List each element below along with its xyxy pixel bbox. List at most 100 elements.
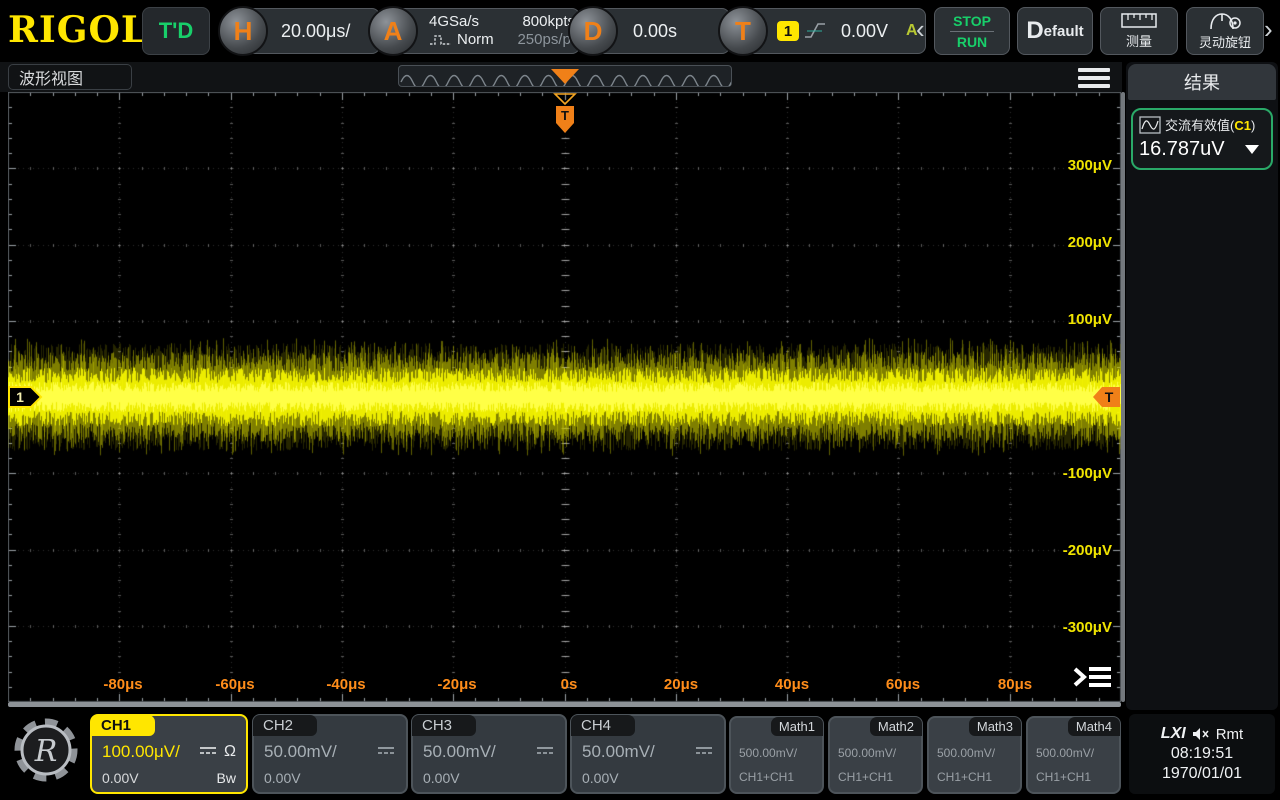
- ch1-scale: 100.00μV/: [102, 742, 180, 762]
- trigger-position-marker[interactable]: T: [552, 92, 578, 138]
- waveform-view-title: 波形视图: [8, 64, 132, 90]
- trigger-level-marker[interactable]: T: [1092, 385, 1122, 409]
- divider: [950, 31, 994, 32]
- acquisition-knob[interactable]: A: [368, 6, 418, 56]
- measurement-value: 16.787uV: [1139, 138, 1225, 161]
- sample-rate: 4GSa/s: [429, 13, 479, 31]
- waveform-grid[interactable]: 300μV 200μV 100μV -100μV -200μV -300μV -…: [8, 92, 1121, 702]
- delay-value: 0.00s: [633, 21, 677, 42]
- ch2-offset: 0.00V: [264, 770, 301, 786]
- toolbar-scroll-left-icon[interactable]: ‹: [916, 16, 925, 42]
- measurement-card[interactable]: 交流有效值(C1) 16.787uV: [1131, 108, 1273, 170]
- ch3-tab[interactable]: CH3: [412, 715, 476, 736]
- trigger-knob[interactable]: T: [718, 6, 768, 56]
- ch4-scale: 50.00mV/: [582, 742, 655, 762]
- ch1-impedance: Ω: [224, 743, 236, 761]
- channel-bar: R CH1 100.00μV/ Ω 0.00V Bw CH2: [0, 710, 1280, 800]
- t-axis-label: -40μs: [306, 676, 386, 693]
- dc-coupling-icon: [694, 745, 714, 757]
- math2-tab[interactable]: Math2: [870, 717, 922, 736]
- svg-text:R: R: [34, 734, 58, 769]
- t-axis-label: -20μs: [417, 676, 497, 693]
- toolbar-scroll-right-icon[interactable]: ›: [1264, 16, 1273, 42]
- lxi-badge: LXI: [1161, 725, 1186, 743]
- math1-expression: CH1+CH1: [739, 770, 794, 784]
- math3-scale: 500.00mV/: [937, 746, 995, 760]
- math1-card[interactable]: Math1 500.00mV/ CH1+CH1: [729, 716, 824, 794]
- channel-card-ch2[interactable]: CH2 50.00mV/ 0.00V: [252, 714, 408, 794]
- grid-vertical-scrollbar[interactable]: [1121, 92, 1125, 702]
- acquisition-panel[interactable]: 4GSa/s 800kpts Norm 250ps/pt: [390, 8, 580, 54]
- math3-expression: CH1+CH1: [937, 770, 992, 784]
- v-axis-label: 100μV: [1032, 311, 1112, 328]
- channel-card-ch4[interactable]: CH4 50.00mV/ 0.00V: [570, 714, 726, 794]
- math4-card[interactable]: Math4 500.00mV/ CH1+CH1: [1026, 716, 1121, 794]
- math4-tab[interactable]: Math4: [1068, 717, 1120, 736]
- ch2-scale: 50.00mV/: [264, 742, 337, 762]
- t-axis-label: 80μs: [975, 676, 1055, 693]
- v-axis-label: 200μV: [1032, 234, 1112, 251]
- horizontal-position-scrollbar[interactable]: [398, 65, 732, 87]
- acquisition-group: 4GSa/s 800kpts Norm 250ps/pt A: [368, 6, 582, 56]
- default-label-rest: efault: [1044, 23, 1084, 40]
- status-clock-card[interactable]: LXI Rmt 08:19:51 1970/01/01: [1129, 714, 1275, 794]
- math2-card[interactable]: Math2 500.00mV/ CH1+CH1: [828, 716, 923, 794]
- math2-scale: 500.00mV/: [838, 746, 896, 760]
- run-label: RUN: [957, 34, 987, 50]
- svg-text:1: 1: [16, 389, 24, 405]
- measure-button[interactable]: 测量: [1100, 7, 1178, 55]
- math4-expression: CH1+CH1: [1036, 770, 1091, 784]
- channel-card-ch3[interactable]: CH3 50.00mV/ 0.00V: [411, 714, 567, 794]
- ch1-tab[interactable]: CH1: [91, 715, 155, 736]
- math3-card[interactable]: Math3 500.00mV/ CH1+CH1: [927, 716, 1022, 794]
- oscilloscope-screen: RIGOL T'D 20.00μs/ H 4GSa/s 800kpts: [0, 0, 1280, 800]
- rigol-logo: RIGOL: [8, 12, 147, 48]
- trigger-source-badge: 1: [777, 21, 799, 41]
- acquire-mode: Norm: [457, 31, 494, 49]
- horizontal-group: 20.00μs/ H: [218, 6, 386, 56]
- ch3-scale: 50.00mV/: [423, 742, 496, 762]
- channel-card-ch1[interactable]: CH1 100.00μV/ Ω 0.00V Bw: [90, 714, 248, 794]
- chevron-down-icon[interactable]: [1245, 145, 1259, 154]
- expand-menu-icon[interactable]: [1072, 662, 1114, 692]
- stop-run-button[interactable]: STOP RUN: [934, 7, 1010, 55]
- quick-knob-button[interactable]: 灵动旋钮: [1186, 7, 1264, 55]
- menu-icon[interactable]: [1078, 68, 1110, 88]
- rigol-gear-logo[interactable]: R: [12, 716, 80, 784]
- dc-coupling-icon: [535, 745, 555, 757]
- horizontal-knob[interactable]: H: [218, 6, 268, 56]
- trigger-slope-icon: [803, 20, 827, 42]
- ch1-offset: 0.00V: [102, 770, 139, 786]
- delay-knob[interactable]: D: [568, 6, 618, 56]
- knob-icon: [1208, 11, 1242, 30]
- math1-tab[interactable]: Math1: [771, 717, 823, 736]
- ch1-position-marker[interactable]: 1: [8, 385, 44, 409]
- trigger-status-button[interactable]: T'D: [142, 7, 210, 55]
- t-axis-label: 0s: [529, 676, 609, 693]
- ch4-offset: 0.00V: [582, 770, 619, 786]
- waveform-view-header: 波形视图: [0, 62, 1122, 92]
- stop-label: STOP: [953, 13, 991, 29]
- measure-label: 测量: [1126, 31, 1152, 50]
- default-label-d: D: [1026, 17, 1043, 45]
- measurement-name: 交流有效值(: [1165, 118, 1234, 133]
- grid-horizontal-scrollbar[interactable]: [8, 702, 1121, 707]
- delay-group: 0.00s D: [568, 6, 732, 56]
- sample-resolution: 250ps/pt: [517, 31, 575, 49]
- default-button[interactable]: Default: [1017, 7, 1093, 55]
- t-axis-label: -80μs: [83, 676, 163, 693]
- ch4-tab[interactable]: CH4: [571, 715, 635, 736]
- dc-coupling-icon: [198, 745, 218, 757]
- dc-coupling-icon: [376, 745, 396, 757]
- trigger-group: 1 0.00V A T: [718, 6, 928, 56]
- t-axis-label: -60μs: [195, 676, 275, 693]
- t-axis-label: 40μs: [752, 676, 832, 693]
- math3-tab[interactable]: Math3: [969, 717, 1021, 736]
- results-panel: 结果 交流有效值(C1) 16.787uV: [1126, 62, 1278, 710]
- math2-expression: CH1+CH1: [838, 770, 893, 784]
- ruler-icon: [1121, 13, 1157, 28]
- ch2-tab[interactable]: CH2: [253, 715, 317, 736]
- t-axis-label: 60μs: [863, 676, 943, 693]
- speaker-muted-icon: [1192, 727, 1210, 741]
- waveform-canvas: [8, 92, 1121, 702]
